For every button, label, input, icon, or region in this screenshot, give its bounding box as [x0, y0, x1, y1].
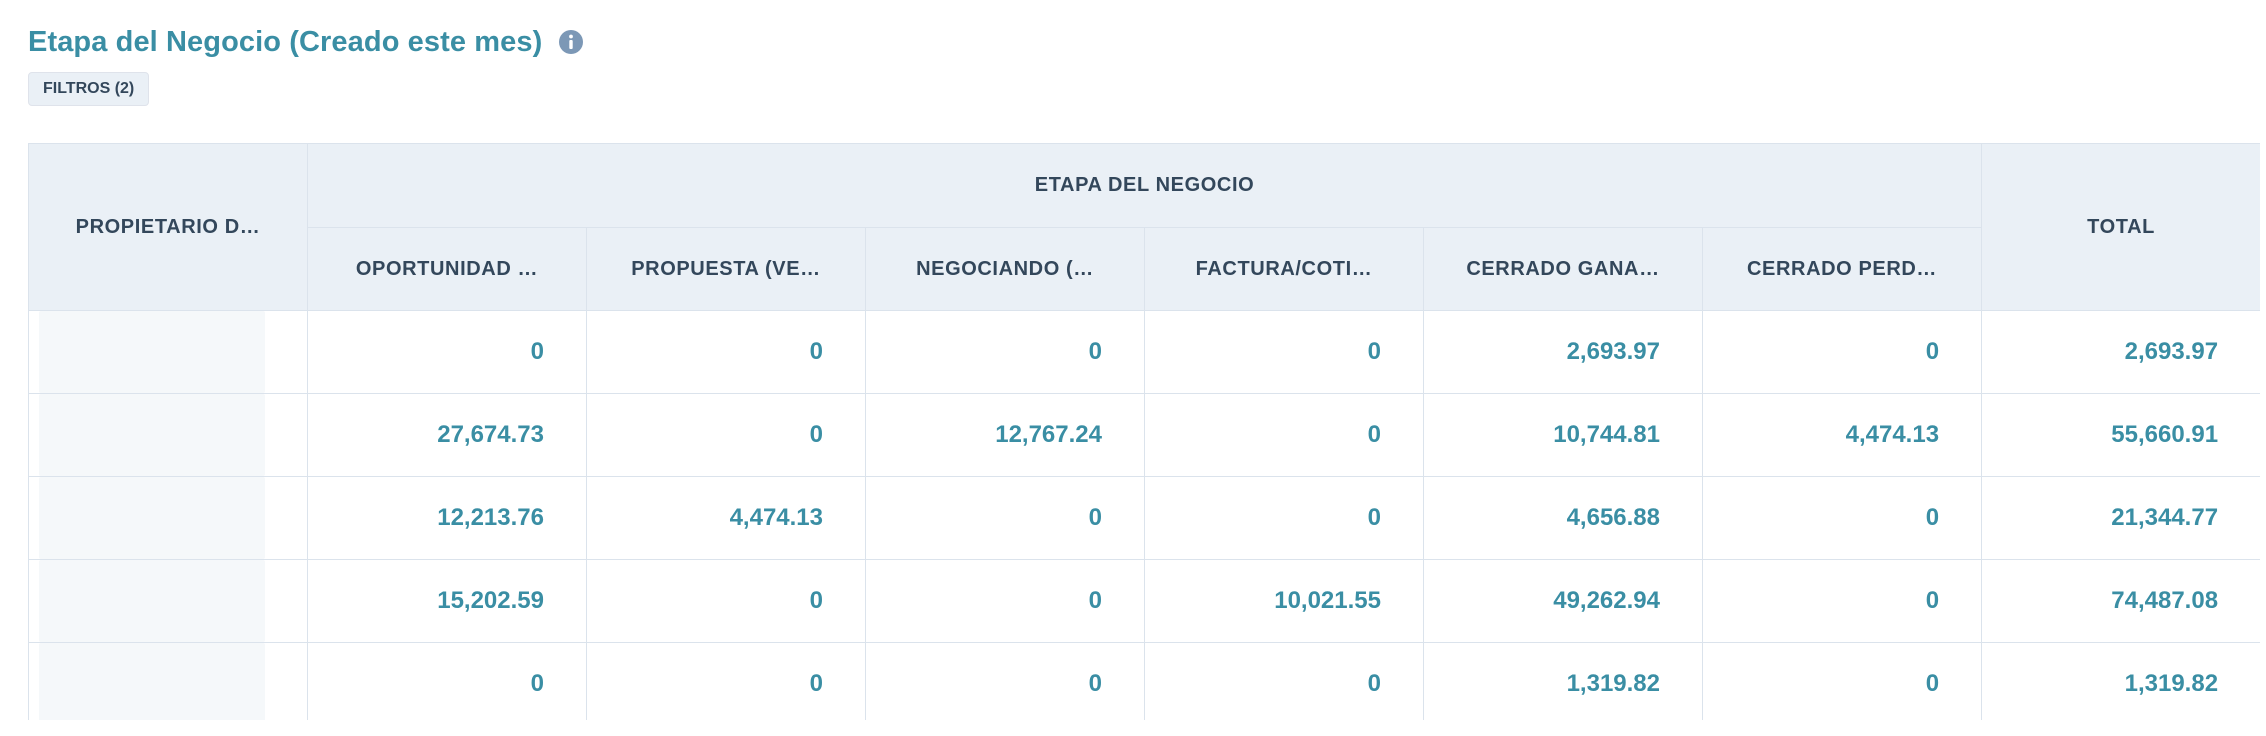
- value-cell[interactable]: 0: [1144, 310, 1424, 394]
- value-cell[interactable]: 15,202.59: [307, 559, 587, 643]
- total-cell[interactable]: 55,660.91: [1981, 393, 2260, 477]
- value-cell[interactable]: 0: [865, 559, 1145, 643]
- value-cell[interactable]: 0: [307, 310, 587, 394]
- column-header-stage-4[interactable]: FACTURA/COTI…: [1144, 227, 1424, 311]
- info-circle-icon[interactable]: [558, 29, 584, 55]
- value-cell[interactable]: 12,213.76: [307, 476, 587, 560]
- value-cell[interactable]: 0: [865, 642, 1145, 720]
- owner-cell: [28, 642, 308, 720]
- value-cell[interactable]: 27,674.73: [307, 393, 587, 477]
- value-cell[interactable]: 2,693.97: [1423, 310, 1703, 394]
- value-cell[interactable]: 0: [1701, 559, 1983, 643]
- value-cell[interactable]: 0: [1701, 476, 1983, 560]
- owner-placeholder: [39, 643, 265, 720]
- value-cell[interactable]: 0: [1144, 393, 1424, 477]
- report-card: Etapa del Negocio (Creado este mes) FILT…: [0, 0, 2266, 736]
- column-header-stage-5[interactable]: CERRADO GANA…: [1423, 227, 1703, 311]
- total-cell[interactable]: 1,319.82: [1981, 642, 2260, 720]
- owner-cell: [28, 476, 308, 560]
- table-row: 27,674.73 0 12,767.24 0 10,744.81 4,474.…: [28, 393, 2260, 477]
- column-group-header-deal-stage: ETAPA DEL NEGOCIO: [306, 143, 1983, 228]
- pivot-table-container[interactable]: PROPIETARIO D… ETAPA DEL NEGOCIO TOTAL O…: [28, 143, 2260, 720]
- value-cell[interactable]: 4,474.13: [586, 476, 866, 560]
- value-cell[interactable]: 10,021.55: [1144, 559, 1424, 643]
- value-cell[interactable]: 12,767.24: [865, 393, 1145, 477]
- value-cell[interactable]: 0: [1701, 310, 1983, 394]
- total-cell[interactable]: 21,344.77: [1981, 476, 2260, 560]
- value-cell[interactable]: 0: [586, 559, 866, 643]
- value-cell[interactable]: 1,319.82: [1423, 642, 1703, 720]
- owner-cell: [28, 310, 308, 394]
- owner-cell: [28, 559, 308, 643]
- table-row: 12,213.76 4,474.13 0 0 4,656.88 0 21,344…: [28, 476, 2260, 560]
- value-cell[interactable]: 4,474.13: [1701, 393, 1983, 477]
- owner-placeholder: [39, 394, 265, 476]
- value-cell[interactable]: 10,744.81: [1423, 393, 1703, 477]
- value-cell[interactable]: 0: [307, 642, 587, 720]
- column-header-owner[interactable]: PROPIETARIO D…: [28, 143, 308, 311]
- column-header-stage-1[interactable]: OPORTUNIDAD …: [307, 227, 587, 311]
- pivot-table: PROPIETARIO D… ETAPA DEL NEGOCIO TOTAL O…: [28, 143, 2260, 720]
- report-header: Etapa del Negocio (Creado este mes): [28, 22, 584, 62]
- total-cell[interactable]: 74,487.08: [1981, 559, 2260, 643]
- owner-placeholder: [39, 560, 265, 642]
- value-cell[interactable]: 0: [586, 642, 866, 720]
- value-cell[interactable]: 0: [865, 310, 1145, 394]
- value-cell[interactable]: 49,262.94: [1423, 559, 1703, 643]
- value-cell[interactable]: 0: [586, 310, 866, 394]
- column-header-stage-3[interactable]: NEGOCIANDO (…: [865, 227, 1145, 311]
- value-cell[interactable]: 0: [586, 393, 866, 477]
- owner-placeholder: [39, 311, 265, 393]
- total-cell[interactable]: 2,693.97: [1981, 310, 2260, 394]
- value-cell[interactable]: 4,656.88: [1423, 476, 1703, 560]
- table-row: 0 0 0 0 1,319.82 0 1,319.82: [28, 642, 2260, 720]
- column-header-stage-6[interactable]: CERRADO PERD…: [1701, 227, 1983, 311]
- table-row: 15,202.59 0 0 10,021.55 49,262.94 0 74,4…: [28, 559, 2260, 643]
- column-header-total[interactable]: TOTAL: [1981, 143, 2260, 311]
- owner-cell: [28, 393, 308, 477]
- filters-button[interactable]: FILTROS (2): [28, 72, 150, 106]
- value-cell[interactable]: 0: [865, 476, 1145, 560]
- column-header-stage-2[interactable]: PROPUESTA (VE…: [586, 227, 866, 311]
- value-cell[interactable]: 0: [1144, 476, 1424, 560]
- value-cell[interactable]: 0: [1701, 642, 1983, 720]
- value-cell[interactable]: 0: [1144, 642, 1424, 720]
- report-title: Etapa del Negocio (Creado este mes): [28, 25, 543, 58]
- table-row: 0 0 0 0 2,693.97 0 2,693.97: [28, 310, 2260, 394]
- owner-placeholder: [39, 477, 265, 559]
